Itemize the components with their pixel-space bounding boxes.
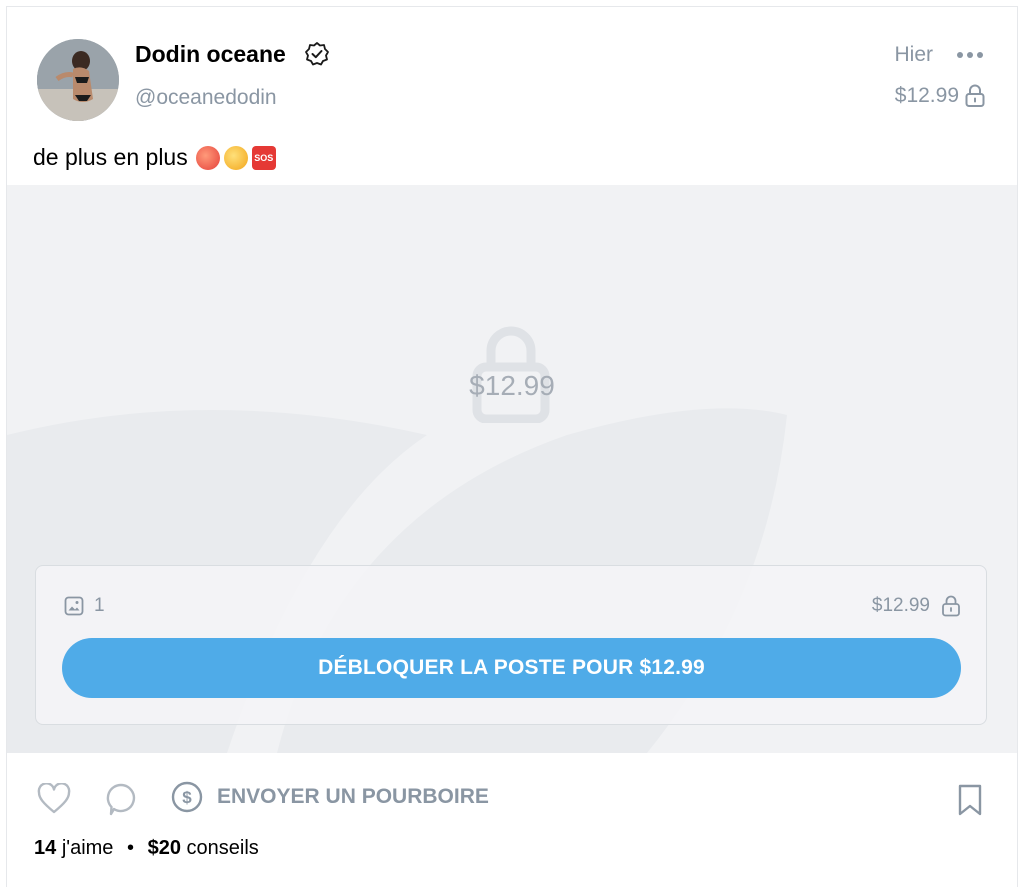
post-actions: $ ENVOYER UN POURBOIRE: [7, 775, 1017, 823]
locked-media[interactable]: $12.99 1 $12.99 DÉBLOQUER LA POSTE POUR …: [7, 185, 1017, 753]
post-card: Dodin oceane @oceanedodin Hier $12.99 de…: [6, 6, 1018, 887]
avatar-photo: [37, 39, 119, 121]
verified-badge-icon: [305, 42, 329, 66]
avatar[interactable]: [37, 39, 119, 121]
caption-text: de plus en plus: [33, 144, 188, 170]
heart-icon[interactable]: [37, 783, 71, 815]
bookmark-icon[interactable]: [957, 783, 983, 817]
author-name[interactable]: Dodin oceane: [135, 41, 286, 68]
likes-count: 14: [34, 837, 57, 859]
post-price: $12.99: [894, 84, 959, 107]
separator-dot: •: [127, 837, 135, 859]
lock-icon: [965, 84, 985, 107]
post-stats: 14 j'aime • $20 conseils: [34, 837, 259, 860]
send-tip-button[interactable]: $ ENVOYER UN POURBOIRE: [171, 781, 489, 813]
hand-over-mouth-emoji-icon: [223, 145, 248, 170]
more-options-icon[interactable]: [955, 45, 985, 65]
tips-amount: $20: [147, 837, 181, 859]
center-price: $12.99: [469, 370, 555, 401]
tips-label: conseils: [186, 837, 259, 859]
image-icon: [64, 596, 84, 616]
comment-icon[interactable]: [105, 782, 137, 816]
unlock-panel-price: $12.99: [871, 595, 930, 616]
post-caption: de plus en plus SOS: [33, 144, 276, 171]
image-count: 1: [94, 595, 105, 616]
svg-text:$: $: [182, 788, 192, 807]
sos-emoji-icon: SOS: [251, 145, 276, 170]
likes-label: j'aime: [61, 837, 114, 859]
lock-icon: [942, 595, 960, 617]
hot-face-emoji-icon: [195, 145, 220, 170]
post-date: Hier: [894, 43, 933, 66]
author-handle[interactable]: @oceanedodin: [135, 86, 277, 110]
unlock-panel: 1 $12.99 DÉBLOQUER LA POSTE POUR $12.99: [35, 565, 987, 725]
unlock-post-button[interactable]: DÉBLOQUER LA POSTE POUR $12.99: [62, 638, 961, 698]
dollar-circle-icon: $: [171, 781, 203, 813]
send-tip-label: ENVOYER UN POURBOIRE: [217, 785, 489, 808]
